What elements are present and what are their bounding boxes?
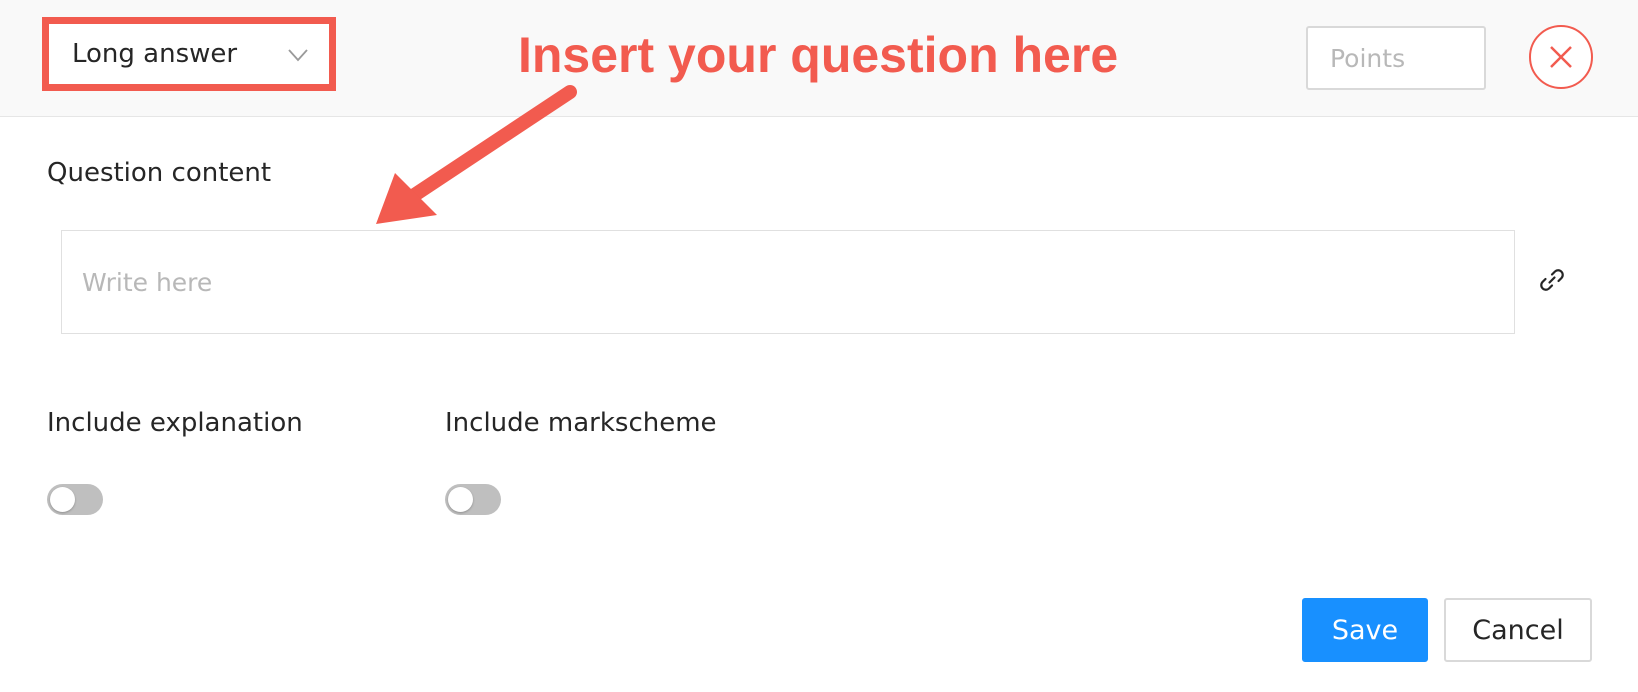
question-type-highlight: Long answer [42, 17, 336, 91]
save-button[interactable]: Save [1302, 598, 1428, 662]
annotation-title: Insert your question here [518, 27, 1119, 83]
chevron-down-icon [288, 49, 308, 62]
annotation-arrow [376, 85, 577, 224]
close-icon [1550, 46, 1572, 68]
include-markscheme-toggle[interactable] [445, 484, 501, 515]
question-type-select[interactable]: Long answer [49, 24, 329, 84]
question-type-value: Long answer [72, 39, 238, 69]
cancel-button[interactable]: Cancel [1444, 598, 1592, 662]
editor-header: Long answer Insert your question here [0, 0, 1638, 117]
include-explanation-toggle[interactable] [47, 484, 103, 515]
include-markscheme-label: Include markscheme [445, 408, 717, 438]
points-input[interactable] [1306, 26, 1486, 90]
toggle-knob [50, 487, 75, 512]
include-explanation-label: Include explanation [47, 408, 303, 438]
link-icon[interactable] [1538, 266, 1566, 294]
close-button[interactable] [1529, 25, 1593, 89]
question-content-input[interactable] [61, 230, 1515, 334]
toggle-knob [448, 487, 473, 512]
question-content-label: Question content [47, 158, 272, 188]
